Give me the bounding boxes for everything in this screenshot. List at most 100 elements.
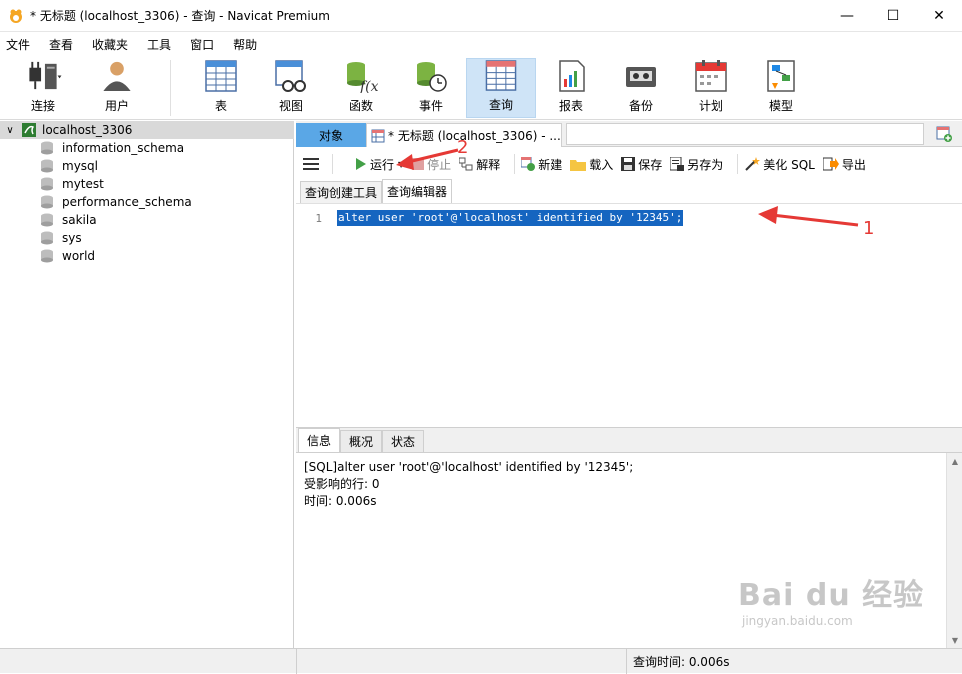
connect-label: 连接 — [30, 99, 55, 113]
annotation-label-2: 2 — [457, 137, 469, 158]
event-button[interactable]: 事件 — [406, 58, 456, 118]
function-button[interactable]: f(x) 函数 — [336, 58, 386, 118]
database-icon — [41, 141, 53, 155]
annotation-label-1: 1 — [863, 218, 875, 239]
status-bar: 查询时间: 0.006s — [0, 648, 962, 674]
save-as-button[interactable]: 另存为 — [670, 156, 723, 173]
tree-database-item[interactable]: mytest — [40, 175, 104, 193]
run-dropdown-icon[interactable]: ▼ — [398, 160, 404, 169]
tree-database-item[interactable]: world — [40, 247, 95, 265]
play-icon — [356, 158, 366, 170]
save-as-label: 另存为 — [687, 157, 724, 172]
schedule-button[interactable]: 计划 — [686, 58, 736, 118]
database-icon — [41, 231, 53, 245]
tab-objects[interactable]: 对象 — [296, 123, 366, 147]
mysql-connection-icon — [22, 123, 36, 137]
menu-file[interactable]: 文件 — [0, 36, 43, 53]
window-title: * 无标题 (localhost_3306) - 查询 - Navicat Pr… — [30, 9, 330, 23]
status-query-time: 查询时间: 0.006s — [626, 649, 962, 674]
new-button[interactable]: 新建 — [521, 156, 562, 173]
sql-code-line[interactable]: alter user 'root'@'localhost' identified… — [337, 210, 684, 226]
database-icon — [41, 159, 53, 173]
explain-button[interactable]: 解释 — [459, 156, 500, 173]
tree-database-item[interactable]: information_schema — [40, 139, 184, 157]
tree-connection-localhost[interactable]: ∨ localhost_3306 — [0, 121, 294, 139]
database-icon — [41, 195, 53, 209]
toolbar-separator — [332, 154, 333, 174]
maximize-button[interactable]: ☐ — [870, 0, 916, 32]
backup-button[interactable]: 备份 — [616, 58, 666, 118]
tab-profile[interactable]: 概况 — [340, 430, 383, 452]
menu-help[interactable]: 帮助 — [227, 36, 270, 53]
tab-query-editor[interactable]: 查询编辑器 — [382, 179, 453, 203]
run-button[interactable]: 运行 ▼ — [355, 156, 404, 173]
function-icon: f(x) — [347, 62, 378, 93]
database-icon — [41, 249, 53, 263]
load-button[interactable]: 载入 — [570, 156, 613, 173]
menu-favorites[interactable]: 收藏夹 — [86, 36, 141, 53]
baidu-watermark: Bai du 经验 jingyan.baidu.com — [738, 570, 924, 628]
scroll-up-arrow-icon[interactable]: ▲ — [947, 453, 962, 469]
beautify-sql-button[interactable]: 美化 SQL — [744, 156, 815, 173]
plug-icon — [29, 61, 62, 90]
minimize-button[interactable]: — — [824, 0, 870, 32]
scroll-down-arrow-icon[interactable]: ▼ — [947, 632, 962, 648]
message-scrollbar[interactable]: ▲ ▼ — [946, 453, 962, 648]
message-line: 受影响的行: 0 — [304, 477, 380, 491]
menu-window[interactable]: 窗口 — [184, 36, 227, 53]
stop-label: 停止 — [427, 157, 452, 172]
save-label: 保存 — [638, 157, 663, 172]
navicat-app-icon — [10, 9, 22, 23]
floppy-disk-icon — [621, 157, 636, 171]
toolbar-separator — [170, 60, 171, 116]
calendar-icon — [695, 60, 727, 92]
table-label: 表 — [214, 99, 227, 113]
query-button[interactable]: 查询 — [466, 58, 536, 118]
report-button[interactable]: 报表 — [546, 58, 596, 118]
backup-icon — [626, 67, 656, 87]
watermark-brand: Bai du 经验 — [738, 578, 925, 613]
view-button[interactable]: 视图 — [266, 58, 316, 118]
user-icon — [103, 61, 131, 92]
tree-database-item[interactable]: sys — [40, 229, 82, 247]
hamburger-menu-icon[interactable] — [296, 157, 326, 171]
load-label: 载入 — [589, 157, 614, 172]
save-button[interactable]: 保存 — [621, 156, 662, 173]
event-icon — [417, 62, 447, 92]
tree-database-item[interactable]: performance_schema — [40, 193, 192, 211]
tab-query-label: * 无标题 (localhost_3306) - ... — [388, 129, 561, 143]
document-tabstrip: 对象 * 无标题 (localhost_3306) - ... — [296, 121, 962, 147]
new-query-icon[interactable] — [936, 126, 952, 142]
connection-name: localhost_3306 — [42, 123, 133, 137]
model-icon — [767, 60, 795, 92]
tab-status[interactable]: 状态 — [382, 430, 425, 452]
tab-info-label: 信息 — [307, 434, 332, 448]
watermark-url: jingyan.baidu.com — [742, 614, 853, 628]
stop-button[interactable]: 停止 — [412, 156, 451, 173]
schedule-label: 计划 — [698, 99, 723, 113]
chevron-down-icon[interactable]: ∨ — [2, 125, 18, 136]
explain-label: 解释 — [476, 157, 501, 172]
table-button[interactable]: 表 — [196, 58, 246, 118]
query-toolbar: 运行 ▼ 停止 解释 新建 载入 保存 另存为 美化 SQL 导出 — [296, 149, 962, 179]
export-button[interactable]: 导出 — [822, 156, 866, 173]
tab-info[interactable]: 信息 — [298, 428, 341, 452]
user-button[interactable]: 用户 — [94, 58, 140, 118]
message-line: 时间: 0.006s — [304, 494, 377, 508]
menu-tools[interactable]: 工具 — [141, 36, 184, 53]
model-button[interactable]: 模型 — [756, 58, 806, 118]
database-name: performance_schema — [62, 195, 192, 209]
tree-database-item[interactable]: mysql — [40, 157, 98, 175]
message-line: [SQL]alter user 'root'@'localhost' ident… — [304, 460, 634, 474]
close-button[interactable]: ✕ — [916, 0, 962, 32]
database-name: information_schema — [62, 141, 185, 155]
tab-query-builder[interactable]: 查询创建工具 — [300, 181, 383, 203]
tree-database-item[interactable]: sakila — [40, 211, 97, 229]
folder-icon — [570, 159, 587, 171]
beautify-label: 美化 SQL — [763, 157, 815, 172]
connect-button[interactable]: 连接 — [18, 58, 68, 118]
new-label: 新建 — [538, 157, 563, 172]
main-toolbar: 连接 用户 表 视图 f(x) 函数 — [0, 56, 962, 120]
menu-view[interactable]: 查看 — [43, 36, 86, 53]
new-query-small-icon — [521, 157, 536, 171]
